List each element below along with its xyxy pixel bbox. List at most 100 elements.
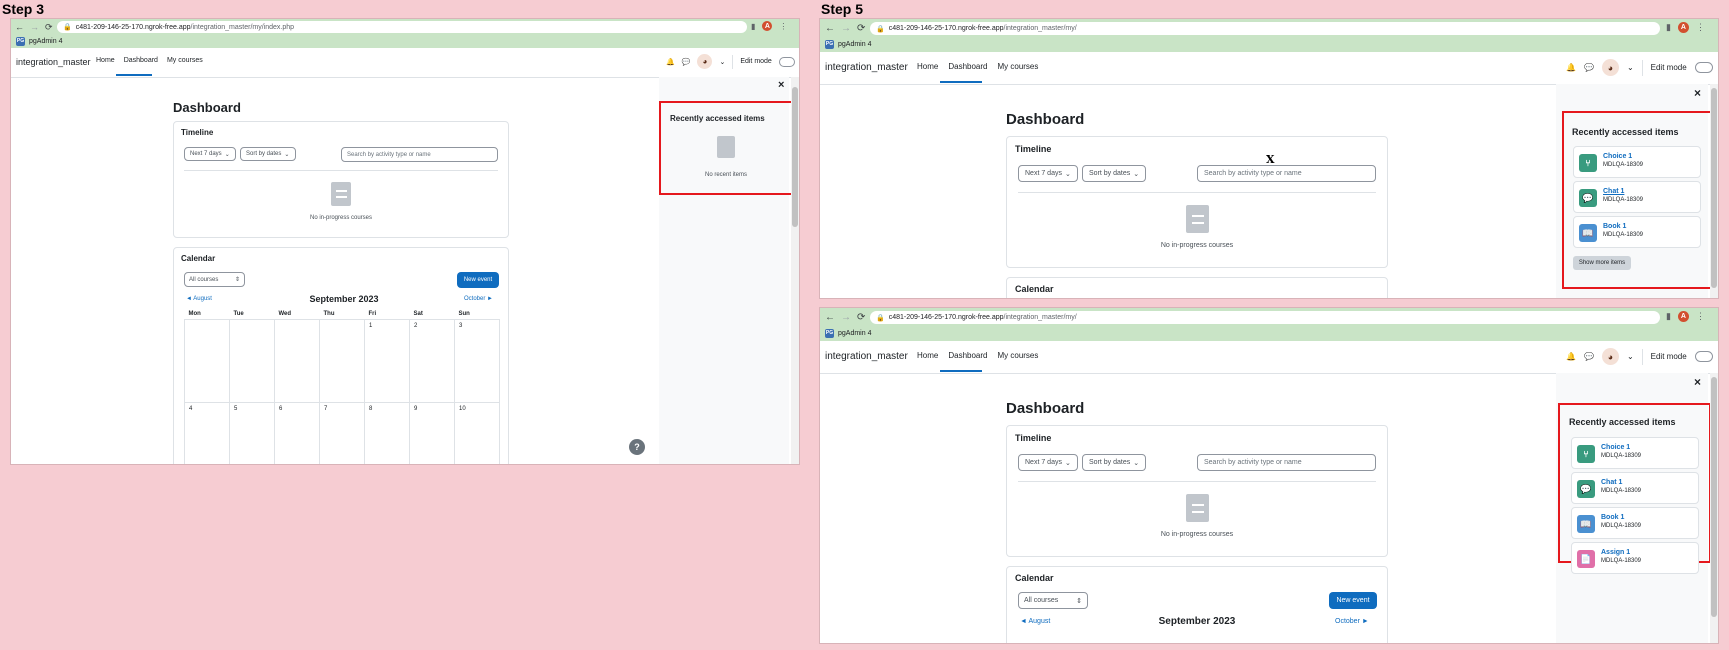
back-icon[interactable]: ← — [825, 23, 835, 34]
profile-avatar[interactable]: A — [762, 21, 773, 31]
site-brand[interactable]: integration_master — [825, 62, 908, 73]
recent-item-name[interactable]: Choice 1 — [1601, 444, 1630, 451]
timeline-sort[interactable]: Sort by dates ⌄ — [1082, 454, 1146, 471]
user-avatar[interactable]: ◕ — [1601, 59, 1619, 76]
chevron-down-icon[interactable]: ⌄ — [719, 58, 725, 66]
recent-item-name[interactable]: Choice 1 — [1603, 153, 1632, 160]
show-more-items-button[interactable]: Show more items — [1573, 256, 1631, 270]
close-icon[interactable]: × — [778, 79, 784, 91]
nav-home[interactable]: Home — [917, 62, 938, 71]
calendar-day[interactable] — [274, 319, 320, 403]
calendar-day[interactable]: 7 — [319, 402, 365, 464]
new-event-button[interactable]: New event — [457, 272, 499, 288]
nav-dashboard[interactable]: Dashboard — [948, 62, 987, 71]
recent-item-card[interactable]: 💬 Chat 1 MDLQA-18309 — [1573, 181, 1701, 213]
chevron-down-icon[interactable]: ⌄ — [1627, 63, 1634, 72]
timeline-day-filter[interactable]: Next 7 days ⌄ — [184, 147, 236, 161]
recent-item-name[interactable]: Chat 1 — [1601, 479, 1622, 486]
notifications-icon[interactable]: 🔔 — [1566, 63, 1576, 72]
calendar-day[interactable] — [319, 319, 365, 403]
address-bar[interactable]: 🔒 c481-209-146-25-170.ngrok-free.app/int… — [870, 22, 1660, 35]
recent-item-name[interactable]: Assign 1 — [1601, 549, 1630, 556]
calendar-day[interactable]: 3 — [454, 319, 500, 403]
nav-home[interactable]: Home — [96, 57, 115, 64]
timeline-search-input[interactable]: Search by activity type or name — [1197, 454, 1376, 471]
timeline-search-input[interactable]: Search by activity type or name — [341, 147, 498, 162]
notifications-icon[interactable]: 🔔 — [666, 58, 675, 66]
profile-avatar[interactable]: A — [1677, 22, 1689, 33]
edit-mode-toggle[interactable] — [1694, 62, 1713, 73]
user-avatar[interactable]: ◕ — [697, 54, 713, 69]
site-brand[interactable]: integration_master — [16, 57, 91, 67]
side-panel-icon[interactable]: ▮ — [751, 22, 755, 31]
messages-icon[interactable]: 💬 — [1584, 63, 1594, 72]
recent-item-name[interactable]: Chat 1 — [1603, 188, 1624, 195]
bookmark-pgadmin[interactable]: pgAdmin 4 — [29, 38, 62, 45]
page-scrollbar[interactable] — [1710, 373, 1718, 643]
page-scrollbar[interactable] — [1710, 84, 1718, 298]
recent-item-card[interactable]: 📖 Book 1 MDLQA-18309 — [1573, 216, 1701, 248]
recent-item-card[interactable]: 📄 Assign 1 MDLQA-18309 — [1571, 542, 1699, 574]
edit-mode-toggle[interactable] — [1694, 351, 1713, 362]
edit-mode-toggle[interactable] — [778, 56, 795, 67]
menu-icon[interactable]: ⋮ — [779, 22, 787, 31]
calendar-next-month[interactable]: October ► — [1335, 618, 1369, 625]
chevron-down-icon[interactable]: ⌄ — [1627, 352, 1634, 361]
calendar-day[interactable]: 1 — [364, 319, 410, 403]
menu-icon[interactable]: ⋮ — [1696, 311, 1705, 322]
timeline-day-filter[interactable]: Next 7 days ⌄ — [1018, 454, 1078, 471]
user-avatar[interactable]: ◕ — [1601, 348, 1619, 365]
side-panel-icon[interactable]: ▮ — [1666, 22, 1671, 33]
close-icon[interactable]: × — [1694, 86, 1701, 100]
timeline-day-filter[interactable]: Next 7 days ⌄ — [1018, 165, 1078, 182]
nav-dashboard[interactable]: Dashboard — [948, 351, 987, 360]
forward-icon[interactable]: → — [841, 312, 851, 323]
page-scrollbar[interactable] — [791, 77, 799, 464]
calendar-day[interactable] — [229, 319, 275, 403]
recent-item-card[interactable]: ⑂ Choice 1 MDLQA-18309 — [1571, 437, 1699, 469]
timeline-search-input[interactable]: Search by activity type or name — [1197, 165, 1376, 182]
calendar-prev-month[interactable]: ◄ August — [186, 296, 212, 302]
recent-item-card[interactable]: 📖 Book 1 MDLQA-18309 — [1571, 507, 1699, 539]
nav-dashboard[interactable]: Dashboard — [124, 57, 158, 64]
calendar-day[interactable]: 2 — [409, 319, 455, 403]
recent-item-card[interactable]: ⑂ Choice 1 MDLQA-18309 — [1573, 146, 1701, 178]
bookmark-pgadmin[interactable]: pgAdmin 4 — [838, 41, 871, 48]
side-panel-icon[interactable]: ▮ — [1666, 311, 1671, 322]
calendar-next-month[interactable]: October ► — [464, 296, 493, 302]
back-icon[interactable]: ← — [15, 22, 24, 32]
calendar-day[interactable] — [184, 319, 230, 403]
menu-icon[interactable]: ⋮ — [1696, 22, 1705, 33]
calendar-prev-month[interactable]: ◄ August — [1020, 618, 1050, 625]
nav-my-courses[interactable]: My courses — [997, 62, 1038, 71]
calendar-day[interactable]: 6 — [274, 402, 320, 464]
timeline-sort[interactable]: Sort by dates ⌄ — [240, 147, 296, 161]
calendar-course-filter[interactable]: All courses ⇕ — [184, 272, 245, 287]
messages-icon[interactable]: 💬 — [682, 58, 691, 66]
nav-my-courses[interactable]: My courses — [997, 351, 1038, 360]
calendar-day[interactable]: 9 — [409, 402, 455, 464]
calendar-day[interactable]: 8 — [364, 402, 410, 464]
recent-item-name[interactable]: Book 1 — [1601, 514, 1624, 521]
address-bar[interactable]: 🔒 c481-209-146-25-170.ngrok-free.app/int… — [870, 311, 1660, 324]
timeline-sort[interactable]: Sort by dates ⌄ — [1082, 165, 1146, 182]
notifications-icon[interactable]: 🔔 — [1566, 352, 1576, 361]
forward-icon[interactable]: → — [841, 23, 851, 34]
site-brand[interactable]: integration_master — [825, 351, 908, 362]
close-icon[interactable]: × — [1694, 375, 1701, 389]
reload-icon[interactable]: ⟳ — [857, 23, 865, 34]
recent-item-name[interactable]: Book 1 — [1603, 223, 1626, 230]
new-event-button[interactable]: New event — [1329, 592, 1377, 609]
calendar-day[interactable]: 10 — [454, 402, 500, 464]
reload-icon[interactable]: ⟳ — [45, 22, 53, 33]
calendar-day[interactable]: 5 — [229, 402, 275, 464]
calendar-day[interactable]: 4 — [184, 402, 230, 464]
profile-avatar[interactable]: A — [1677, 311, 1689, 322]
messages-icon[interactable]: 💬 — [1584, 352, 1594, 361]
nav-home[interactable]: Home — [917, 351, 938, 360]
back-icon[interactable]: ← — [825, 312, 835, 323]
calendar-course-filter[interactable]: All courses ⇕ — [1018, 592, 1088, 609]
forward-icon[interactable]: → — [30, 22, 39, 32]
recent-item-card[interactable]: 💬 Chat 1 MDLQA-18309 — [1571, 472, 1699, 504]
address-bar[interactable]: 🔒 c481-209-146-25-170.ngrok-free.app/int… — [57, 21, 747, 33]
